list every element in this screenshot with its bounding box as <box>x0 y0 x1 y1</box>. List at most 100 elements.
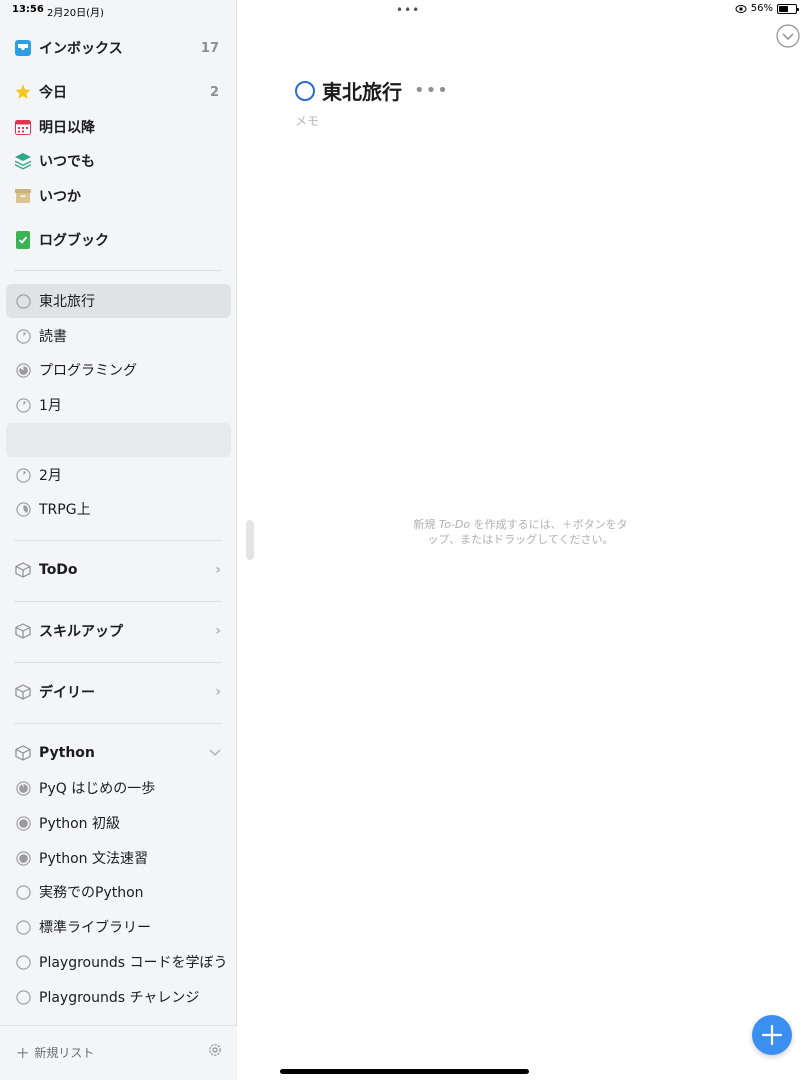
sidebar-project-item[interactable]: PyQ はじめの一歩 <box>6 771 231 805</box>
project-progress-icon <box>14 918 32 936</box>
add-todo-button[interactable] <box>752 1015 792 1055</box>
project-progress-icon <box>14 396 32 414</box>
sidebar-item-label: 明日以降 <box>39 120 95 136</box>
project-progress-icon <box>14 953 32 971</box>
sidebar-item-label: デイリー <box>39 685 95 701</box>
project-progress-icon <box>14 327 32 345</box>
chevron-right-icon[interactable]: › <box>215 623 221 639</box>
sidebar-item-label: インボックス <box>39 41 123 57</box>
sidebar-project-item-dragging[interactable] <box>6 423 231 457</box>
sidebar-footer: + 新規リスト <box>0 1025 237 1080</box>
project-progress-icon <box>14 466 32 484</box>
hint-text-start: 新規 <box>413 518 439 531</box>
sidebar-item-label: Python 文法速習 <box>39 851 148 867</box>
project-progress-icon <box>14 849 32 867</box>
chevron-down-icon[interactable] <box>209 745 221 761</box>
sidebar-project-item[interactable]: プログラミング <box>6 353 231 387</box>
sidebar-item-label: ログブック <box>39 233 109 249</box>
collapse-chevron-icon[interactable] <box>776 24 800 48</box>
status-time: 13:56 <box>12 4 44 15</box>
sidebar-divider <box>14 723 221 724</box>
status-bar: 13:56 2月20日(月) ••• 56% <box>0 0 809 20</box>
page-title[interactable]: 東北旅行 <box>322 76 402 105</box>
status-right: 56% <box>735 3 799 14</box>
sidebar-item-logbook[interactable]: ログブック <box>6 223 231 257</box>
gear-icon[interactable] <box>207 1042 223 1058</box>
area-cube-icon <box>14 622 32 640</box>
sidebar-item-today[interactable]: 今日 2 <box>6 75 231 109</box>
today-count: 2 <box>209 84 219 100</box>
inbox-count: 17 <box>200 40 219 56</box>
project-progress-icon <box>14 779 32 797</box>
sidebar-project-item[interactable]: Python 文法速習 <box>6 841 231 875</box>
notes-field[interactable]: メモ <box>295 112 319 129</box>
sidebar-item-label: Python <box>39 745 95 761</box>
sidebar-area-python[interactable]: Python <box>6 736 231 770</box>
calendar-icon <box>14 118 32 136</box>
sidebar-item-inbox[interactable]: インボックス 17 <box>6 31 231 65</box>
sidebar-project-item[interactable]: TRPG上 <box>6 492 231 526</box>
sidebar-resize-handle[interactable] <box>246 520 254 560</box>
sidebar-item-label: Playgrounds チャレンジ <box>39 990 200 1006</box>
multitasking-dots-icon[interactable]: ••• <box>396 3 420 17</box>
sidebar-project-item[interactable]: 1月 <box>6 388 231 422</box>
sidebar-project-item[interactable]: Python 初級 <box>6 806 231 840</box>
project-progress-icon <box>14 988 32 1006</box>
sidebar-item-label: いつでも <box>39 154 95 170</box>
sidebar-item-label: 標準ライブラリー <box>39 920 151 936</box>
sidebar-area-todo[interactable]: ToDo › <box>6 553 231 587</box>
plus-icon <box>761 1024 783 1046</box>
sidebar-area-skillup[interactable]: スキルアップ › <box>6 614 231 648</box>
sidebar-item-label: 1月 <box>39 398 62 414</box>
chevron-right-icon[interactable]: › <box>215 562 221 578</box>
sidebar-divider <box>14 270 221 271</box>
sidebar-area-daily[interactable]: デイリー › <box>6 675 231 709</box>
sidebar-project-item[interactable]: Playgrounds チャレンジ <box>6 980 231 1014</box>
sidebar-divider <box>14 601 221 602</box>
sidebar-project-item[interactable]: 2月 <box>6 458 231 492</box>
project-progress-icon <box>14 361 32 379</box>
project-progress-icon <box>14 814 32 832</box>
sidebar-item-label: 2月 <box>39 468 62 484</box>
sidebar-project-item[interactable]: 実務でのPython <box>6 875 231 909</box>
star-icon <box>14 83 32 101</box>
sidebar-item-label: 読書 <box>39 329 67 345</box>
area-cube-icon <box>14 744 32 762</box>
project-progress-icon <box>14 883 32 901</box>
project-complete-checkbox[interactable] <box>295 80 315 101</box>
archive-box-icon <box>14 187 32 205</box>
sidebar-item-label: スキルアップ <box>39 624 123 640</box>
sidebar-item-label: ToDo <box>39 562 78 578</box>
rotation-lock-icon <box>735 4 747 13</box>
sidebar-project-item[interactable]: Playgrounds コードを学ぼう <box>6 945 231 979</box>
hint-text-todo: To-Do <box>438 518 471 531</box>
battery-icon <box>777 3 799 14</box>
sidebar-project-item[interactable]: 標準ライブラリー <box>6 910 231 944</box>
sidebar-project-item[interactable]: 東北旅行 <box>6 284 231 318</box>
sidebar-item-label: Playgrounds コードを学ぼう <box>39 955 228 971</box>
plus-icon: + <box>16 1043 30 1062</box>
sidebar-item-label: いつか <box>39 189 81 205</box>
sidebar-item-upcoming[interactable]: 明日以降 <box>6 110 231 144</box>
project-progress-icon <box>14 500 32 518</box>
sidebar-item-label: Python 初級 <box>39 816 120 832</box>
area-cube-icon <box>14 561 32 579</box>
project-header: 東北旅行 ••• <box>295 76 449 105</box>
new-list-button[interactable]: + 新規リスト <box>16 1043 94 1062</box>
main-pane: 東北旅行 ••• メモ 新規 To-Do を作成するには、＋ボタンをタップ、また… <box>238 0 809 1080</box>
sidebar: インボックス 17 今日 2 明日以降 いつでも いつか ログブック 東北旅行 … <box>0 0 237 1080</box>
sidebar-item-anytime[interactable]: いつでも <box>6 144 231 178</box>
sidebar-project-item[interactable]: 読書 <box>6 319 231 353</box>
more-options-icon[interactable]: ••• <box>414 80 449 101</box>
sidebar-item-label: 実務でのPython <box>39 885 144 901</box>
home-indicator[interactable] <box>280 1069 529 1074</box>
sidebar-item-label: 今日 <box>39 85 67 101</box>
layers-icon <box>14 152 32 170</box>
chevron-right-icon[interactable]: › <box>215 684 221 700</box>
sidebar-item-label: プログラミング <box>39 363 137 379</box>
sidebar-item-someday[interactable]: いつか <box>6 179 231 213</box>
sidebar-item-label: TRPG上 <box>39 502 91 518</box>
status-date: 2月20日(月) <box>47 8 104 19</box>
inbox-icon <box>14 39 32 57</box>
battery-percent: 56% <box>750 3 773 14</box>
